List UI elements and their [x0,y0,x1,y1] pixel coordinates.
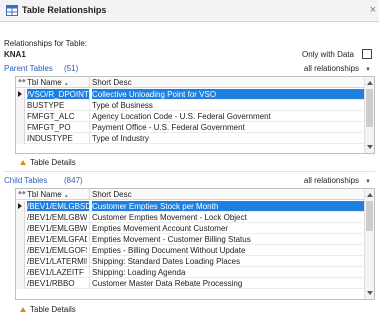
table-row[interactable]: /BEV1/EMLGBSD Customer Empties Stock per … [16,201,364,212]
table-row[interactable]: /BEV1/RBBO Customer Master Data Rebate Pr… [16,278,364,289]
child-tables-header: Child Tables (847) [4,176,83,185]
cell-tbl-name[interactable]: /BEV1/EMLGBWDK [27,213,87,222]
cell-short-desc[interactable]: Empties Movement Account Customer [92,224,364,233]
cell-short-desc[interactable]: Customer Master Data Rebate Processing [92,279,364,288]
cell-tbl-name[interactable]: /BEV1/LATERMINE [27,257,87,266]
table-row[interactable]: INDUSTYPE Type of Industry [16,133,364,144]
details-icon [20,160,26,165]
only-with-data-checkbox[interactable] [362,49,372,59]
table-row[interactable]: FMFGT_PO Payment Office - U.S. Federal Go… [16,122,364,133]
cell-tbl-name[interactable]: FMFGT_ALC [27,112,87,121]
scroll-up-icon[interactable] [367,81,373,85]
cell-short-desc[interactable]: Empties - Billing Document Without Updat… [92,246,364,255]
cell-tbl-name[interactable]: /BEV1/EMLGOFS [27,246,87,255]
parent-tables-title: Parent Tables [4,64,53,73]
cell-tbl-name[interactable]: INDUSTYPE [27,134,87,143]
divider [4,171,375,172]
table-row[interactable]: BUSTYPE Type of Business [16,100,364,111]
chevron-down-icon: ▼ [365,179,371,185]
table-row[interactable]: /VSO/R_DPOINT Collective Unloading Point … [16,89,364,100]
child-tables-count: (847) [64,176,83,185]
cell-short-desc[interactable]: Customer Empties Stock per Month [92,201,364,211]
only-with-data-label: Only with Data [301,50,354,59]
cell-short-desc[interactable]: Shipping: Loading Agenda [92,268,364,277]
cell-tbl-name[interactable]: /BEV1/EMLGFAD [27,235,87,244]
parent-tables-header: Parent Tables (51) [4,64,78,73]
scroll-down-icon[interactable] [367,145,373,149]
row-indicator[interactable] [16,245,25,256]
child-table-details-button[interactable]: Table Details [20,305,76,314]
cell-short-desc[interactable]: Customer Empties Movement - Lock Object [92,213,364,222]
scroll-thumb[interactable] [366,201,373,231]
row-indicator[interactable] [16,201,25,212]
cell-tbl-name[interactable]: FMFGT_PO [27,123,87,132]
table-row[interactable]: /BEV1/EMLGBWDK Customer Empties Movement … [16,212,364,223]
table-row[interactable]: /BEV1/LAZEITF Shipping: Loading Agenda [16,267,364,278]
column-header-short-desc[interactable]: Short Desc [92,190,132,199]
close-icon[interactable]: × [370,3,376,17]
row-indicator[interactable] [16,267,25,278]
details-label: Table Details [30,305,76,314]
table-row[interactable]: /BEV1/LATERMINE Shipping: Standard Dates … [16,256,364,267]
cell-short-desc[interactable]: Type of Industry [92,134,364,143]
row-indicator[interactable] [16,100,25,111]
table-row[interactable]: /BEV1/EMLGOFS Empties - Billing Document … [16,245,364,256]
cell-short-desc[interactable]: Agency Location Code - U.S. Federal Gove… [92,112,364,121]
row-indicator[interactable] [16,133,25,144]
parent-vertical-scrollbar[interactable] [364,77,374,153]
column-header-tbl-name[interactable]: Tbl Name ▲ [27,190,69,199]
child-relationship-filter[interactable]: all relationships ▼ [304,176,371,185]
parent-table-details-button[interactable]: Table Details [20,158,76,167]
parent-tables-count: (51) [64,64,79,73]
parent-filter-value: all relationships [303,64,360,73]
child-vertical-scrollbar[interactable] [364,189,374,299]
column-header-short-desc[interactable]: Short Desc [92,78,132,87]
cell-tbl-name[interactable]: /VSO/R_DPOINT [27,89,89,99]
relationships-for-label: Relationships for Table: [4,39,88,48]
details-label: Table Details [30,158,76,167]
cell-tbl-name[interactable]: /BEV1/RBBO [27,279,87,288]
row-indicator[interactable] [16,111,25,122]
cell-short-desc[interactable]: Type of Business [92,101,364,110]
grid-header: ◆◆ Tbl Name ▲ Short Desc [16,189,374,200]
child-filter-value: all relationships [303,176,360,185]
cell-short-desc[interactable]: Collective Unloading Point for VSO [92,89,364,99]
scroll-thumb[interactable] [366,89,373,127]
table-relationships-icon [6,5,18,16]
cell-tbl-name[interactable]: /BEV1/EMLGBSD [27,201,89,211]
child-tables-grid[interactable]: ◆◆ Tbl Name ▲ Short Desc /BEV1/EMLGBSD Cu… [15,188,375,300]
row-indicator[interactable] [16,223,25,234]
row-indicator[interactable] [16,212,25,223]
table-name: KNA1 [4,50,26,59]
details-icon [20,307,26,312]
row-indicator[interactable] [16,256,25,267]
table-row[interactable]: /BEV1/EMLGFAD Empties Movement - Customer… [16,234,364,245]
table-row[interactable]: FMFGT_ALC Agency Location Code - U.S. Fed… [16,111,364,122]
grid-header: ◆◆ Tbl Name ▲ Short Desc [16,77,374,88]
child-tables-title: Child Tables [4,176,48,185]
row-indicator[interactable] [16,278,25,289]
current-row-arrow-icon [18,91,22,97]
scroll-down-icon[interactable] [367,291,373,295]
cell-short-desc[interactable]: Shipping: Standard Dates Loading Places [92,257,364,266]
header-selector-icon: ◆◆ [18,190,26,196]
scroll-up-icon[interactable] [367,193,373,197]
row-indicator[interactable] [16,122,25,133]
header-selector-icon: ◆◆ [18,78,26,84]
cell-short-desc[interactable]: Payment Office - U.S. Federal Government [92,123,364,132]
cell-tbl-name[interactable]: /BEV1/EMLGBWDP [27,224,87,233]
parent-tables-grid[interactable]: ◆◆ Tbl Name ▲ Short Desc /VSO/R_DPOINT Co… [15,76,375,154]
chevron-down-icon: ▼ [365,67,371,73]
window-title: Table Relationships [22,5,107,15]
row-indicator[interactable] [16,234,25,245]
table-row[interactable]: /BEV1/EMLGBWDP Empties Movement Account C… [16,223,364,234]
cell-short-desc[interactable]: Empties Movement - Customer Billing Stat… [92,235,364,244]
cell-tbl-name[interactable]: BUSTYPE [27,101,87,110]
parent-relationship-filter[interactable]: all relationships ▼ [304,64,371,73]
row-indicator[interactable] [16,89,25,100]
title-bar: Table Relationships × [0,0,379,22]
cell-tbl-name[interactable]: /BEV1/LAZEITF [27,268,87,277]
current-row-arrow-icon [18,203,22,209]
column-header-tbl-name[interactable]: Tbl Name ▲ [27,78,69,87]
